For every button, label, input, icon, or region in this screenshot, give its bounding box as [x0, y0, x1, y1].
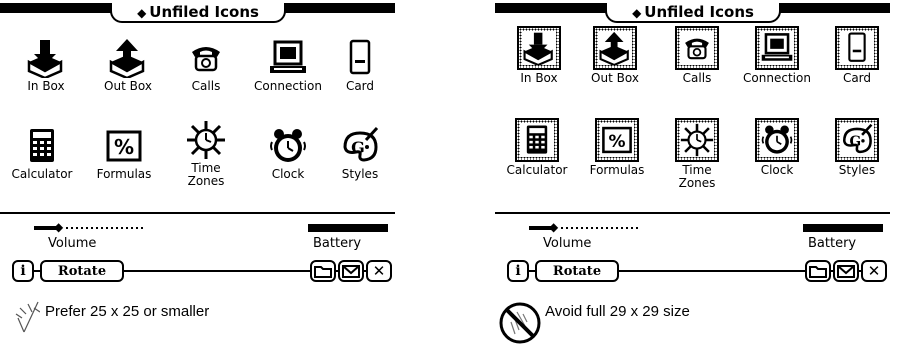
app-label: Time Zones [678, 163, 716, 190]
mail-button[interactable] [338, 260, 364, 282]
folder-icon [809, 266, 827, 278]
diamond-icon: ◆ [137, 6, 147, 20]
volume-track-dots [561, 227, 641, 229]
calculator-icon [520, 123, 554, 157]
card-icon [840, 31, 874, 65]
volume-slider[interactable]: ◆ [529, 221, 641, 233]
app-calculator[interactable]: Calculator [0, 126, 84, 181]
caption-avoided: Avoid full 29 x 29 size [545, 303, 690, 320]
app-label: Styles [341, 167, 379, 181]
app-label: Calculator [11, 167, 73, 181]
slider-knob-icon[interactable]: ◆ [549, 221, 558, 233]
folder-tab[interactable]: ◆ Unfiled Icons [110, 3, 286, 23]
out-box-icon [108, 38, 148, 78]
info-button[interactable]: i [12, 260, 34, 282]
newton-screen-preferred: ◆ Unfiled Icons In Box Out Box Calls Conn… [0, 0, 395, 290]
app-label: In Box [27, 79, 65, 93]
alarm-clock-icon [268, 126, 308, 166]
app-label: Calls [682, 71, 712, 85]
palette-icon [340, 126, 380, 166]
battery-gauge [308, 224, 388, 232]
palette-icon [840, 123, 874, 157]
close-button[interactable]: ✕ [366, 260, 392, 282]
app-label: In Box [520, 71, 558, 85]
prohibited-icon [499, 302, 541, 344]
mail-button[interactable] [833, 260, 859, 282]
checkmark-sparkle-icon [15, 301, 40, 333]
app-label: Time Zones [187, 161, 225, 188]
divider [495, 212, 890, 214]
app-calculator[interactable]: Calculator [495, 118, 579, 177]
close-button[interactable]: ✕ [861, 260, 887, 282]
app-label: Formulas [96, 167, 152, 181]
card-icon [340, 38, 380, 78]
in-box-icon [522, 31, 556, 65]
app-styles[interactable]: Styles [318, 126, 402, 181]
info-button[interactable]: i [507, 260, 529, 282]
app-card[interactable]: Card [815, 26, 899, 85]
app-label: Card [345, 79, 375, 93]
app-in-box[interactable]: In Box [4, 38, 88, 93]
app-label: Connection [743, 71, 811, 85]
divider [0, 212, 395, 214]
app-label: Out Box [104, 79, 152, 93]
app-label: Calls [191, 79, 221, 93]
battery-label: Battery [313, 236, 362, 251]
envelope-icon [342, 265, 360, 278]
caption-preferred: Prefer 25 x 25 or smaller [45, 303, 210, 320]
app-formulas[interactable]: Formulas [82, 126, 166, 181]
percent-icon [600, 123, 634, 157]
phone-icon [680, 31, 714, 65]
folder-icon [314, 266, 332, 278]
rotate-button[interactable]: Rotate [40, 260, 124, 282]
newton-screen-avoided: ◆ Unfiled Icons In Box Out Box Calls Conn… [495, 0, 890, 290]
volume-track-dots [66, 227, 146, 229]
app-time-zones[interactable]: Time Zones [655, 118, 739, 190]
battery-label: Battery [808, 236, 857, 251]
folder-button[interactable] [310, 260, 336, 282]
battery-gauge [803, 224, 883, 232]
app-label: Out Box [591, 71, 639, 85]
app-in-box[interactable]: In Box [497, 26, 581, 85]
folder-title: Unfiled Icons [149, 3, 259, 21]
app-label: Formulas [589, 163, 645, 177]
out-box-icon [598, 31, 632, 65]
volume-label: Volume [48, 236, 97, 251]
rotate-button[interactable]: Rotate [535, 260, 619, 282]
app-calls[interactable]: Calls [655, 26, 739, 85]
app-label: Card [842, 71, 872, 85]
phone-icon [186, 38, 226, 78]
app-clock[interactable]: Clock [735, 118, 819, 177]
slider-knob-icon[interactable]: ◆ [54, 221, 63, 233]
app-out-box[interactable]: Out Box [86, 38, 170, 93]
app-calls[interactable]: Calls [164, 38, 248, 93]
percent-icon [104, 126, 144, 166]
app-label: Clock [760, 163, 794, 177]
app-label: Styles [838, 163, 876, 177]
app-card[interactable]: Card [318, 38, 402, 93]
app-styles[interactable]: Styles [815, 118, 899, 177]
volume-label: Volume [543, 236, 592, 251]
in-box-icon [26, 38, 66, 78]
folder-button[interactable] [805, 260, 831, 282]
calculator-icon [22, 126, 62, 166]
app-out-box[interactable]: Out Box [573, 26, 657, 85]
folder-tab[interactable]: ◆ Unfiled Icons [605, 3, 781, 23]
sun-icon [680, 123, 714, 157]
alarm-clock-icon [760, 123, 794, 157]
sun-icon [186, 120, 226, 160]
app-label: Calculator [506, 163, 568, 177]
app-time-zones[interactable]: Time Zones [164, 120, 248, 188]
computer-icon [760, 31, 794, 65]
volume-slider[interactable]: ◆ [34, 221, 146, 233]
app-formulas[interactable]: Formulas [575, 118, 659, 177]
envelope-icon [837, 265, 855, 278]
app-connection[interactable]: Connection [735, 26, 819, 85]
folder-title: Unfiled Icons [644, 3, 754, 21]
computer-icon [268, 38, 308, 78]
diamond-icon: ◆ [632, 6, 642, 20]
